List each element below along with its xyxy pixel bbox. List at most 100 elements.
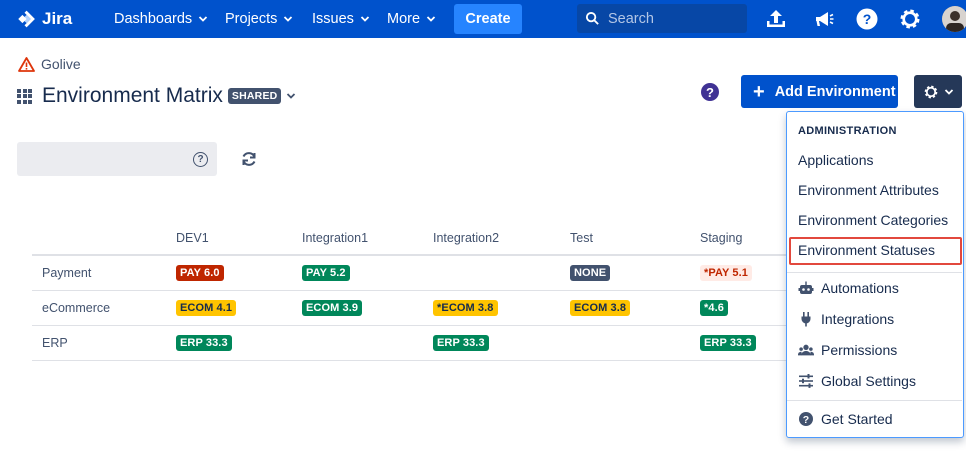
version-lozenge[interactable]: *PAY 5.1 <box>700 265 753 281</box>
filter-help-icon[interactable]: ? <box>193 152 208 167</box>
menu-item-label: Automations <box>821 280 899 296</box>
plus-icon: + <box>753 80 765 103</box>
page-title: Environment Matrix <box>42 84 223 107</box>
nav-issues[interactable]: Issues <box>312 0 370 38</box>
matrix-cell[interactable]: *4.6 <box>700 291 728 325</box>
menu-item-automations[interactable]: Automations <box>798 280 899 296</box>
row-application-name[interactable]: eCommerce <box>42 291 110 325</box>
menu-item-label: Permissions <box>821 342 898 358</box>
upload-icon[interactable] <box>764 7 788 31</box>
nav-projects[interactable]: Projects <box>225 0 293 38</box>
create-button[interactable]: Create <box>454 4 522 34</box>
nav-issues-label: Issues <box>312 11 354 27</box>
version-lozenge[interactable]: *ECOM 3.8 <box>433 300 498 316</box>
svg-text:?: ? <box>803 414 809 426</box>
users-icon <box>798 342 814 358</box>
shared-badge: SHARED <box>227 88 282 104</box>
matrix-cell[interactable]: ERP 33.3 <box>433 326 489 360</box>
matrix-cell[interactable]: ERP 33.3 <box>700 326 756 360</box>
add-environment-button[interactable]: + Add Environment <box>741 75 898 108</box>
search-box[interactable] <box>577 4 747 33</box>
jira-logo[interactable]: Jira <box>17 8 72 30</box>
robot-icon <box>798 280 814 296</box>
megaphone-icon[interactable] <box>812 7 836 31</box>
matrix-cell[interactable]: PAY 5.2 <box>302 256 350 290</box>
dropdown-section-header: ADMINISTRATION <box>798 125 897 137</box>
matrix-cell[interactable]: PAY 6.0 <box>176 256 224 290</box>
matrix-cell[interactable]: *PAY 5.1 <box>700 256 753 290</box>
warning-triangle-icon <box>18 56 35 72</box>
menu-item-environment-categories[interactable]: Environment Categories <box>798 212 948 228</box>
version-lozenge[interactable]: *4.6 <box>700 300 728 316</box>
table-row: eCommerce ECOM 4.1 ECOM 3.9 *ECOM 3.8 ECOM 3… <box>32 291 792 326</box>
version-lozenge[interactable]: NONE <box>570 265 611 281</box>
version-lozenge[interactable]: ECOM 3.8 <box>570 300 631 316</box>
jira-logo-icon <box>18 10 35 28</box>
breadcrumb[interactable]: Golive <box>18 56 81 72</box>
matrix-cell[interactable]: *ECOM 3.8 <box>433 291 498 325</box>
menu-item-global-settings[interactable]: Global Settings <box>798 373 916 389</box>
version-lozenge[interactable]: PAY 6.0 <box>176 265 224 281</box>
menu-item-get-started[interactable]: ? Get Started <box>798 411 893 427</box>
admin-gear-button[interactable] <box>914 75 962 108</box>
logo-text: Jira <box>42 9 73 28</box>
row-application-name[interactable]: ERP <box>42 326 68 360</box>
chevron-down-icon[interactable] <box>286 91 296 101</box>
menu-item-permissions[interactable]: Permissions <box>798 342 897 358</box>
column-header: Integration1 <box>302 231 369 245</box>
admin-dropdown-menu: ADMINISTRATION Applications Environment … <box>786 111 964 438</box>
nav-projects-label: Projects <box>225 11 278 27</box>
nav-more[interactable]: More <box>387 0 436 38</box>
version-lozenge[interactable]: ECOM 3.9 <box>302 300 363 316</box>
environment-matrix-table: DEV1 Integration1 Integration2 Test Stag… <box>32 222 792 361</box>
add-environment-label: Add Environment <box>774 83 896 100</box>
version-lozenge[interactable]: ECOM 4.1 <box>176 300 237 316</box>
top-navigation-bar: Jira Dashboards Projects Issues More Cre… <box>0 0 966 38</box>
filter-field[interactable] <box>17 142 217 176</box>
chevron-down-icon <box>360 16 370 22</box>
highlight-box <box>789 237 962 265</box>
menu-item-label: Global Settings <box>821 373 916 389</box>
nav-dashboards[interactable]: Dashboards <box>114 0 208 38</box>
nav-more-label: More <box>387 11 421 27</box>
version-lozenge[interactable]: ERP 33.3 <box>700 335 756 351</box>
user-avatar[interactable] <box>942 6 966 32</box>
question-circle-icon: ? <box>798 411 814 427</box>
matrix-cell[interactable]: ECOM 4.1 <box>176 291 237 325</box>
matrix-cell[interactable]: NONE <box>570 256 611 290</box>
version-lozenge[interactable]: PAY 5.2 <box>302 265 350 281</box>
table-row: ERP ERP 33.3 ERP 33.3 ERP 33.3 <box>32 326 792 361</box>
gear-icon <box>924 85 937 98</box>
nav-dashboards-label: Dashboards <box>114 11 193 27</box>
help-circle-icon[interactable]: ? <box>701 83 719 101</box>
help-icon[interactable]: ? <box>855 7 879 31</box>
menu-item-applications[interactable]: Applications <box>798 152 874 168</box>
chevron-down-icon <box>284 16 293 22</box>
matrix-cell[interactable]: ECOM 3.8 <box>570 291 631 325</box>
breadcrumb-project[interactable]: Golive <box>41 56 81 72</box>
row-application-name[interactable]: Payment <box>42 256 91 290</box>
column-header: Staging <box>700 231 743 245</box>
matrix-cell[interactable]: ERP 33.3 <box>176 326 232 360</box>
version-lozenge[interactable]: ERP 33.3 <box>433 335 489 351</box>
table-row: Payment PAY 6.0 PAY 5.2 NONE *PAY 5.1 <box>32 256 792 291</box>
settings-gear-icon[interactable] <box>898 7 922 31</box>
chevron-down-icon <box>199 16 208 22</box>
search-icon <box>585 11 599 25</box>
menu-divider <box>787 400 962 401</box>
filter-input[interactable] <box>17 142 177 176</box>
menu-item-label: Integrations <box>821 311 895 327</box>
menu-item-integrations[interactable]: Integrations <box>798 311 894 327</box>
svg-text:?: ? <box>863 11 872 27</box>
search-input[interactable] <box>608 10 738 27</box>
refresh-icon[interactable] <box>240 150 258 168</box>
matrix-cell[interactable]: ECOM 3.9 <box>302 291 363 325</box>
menu-divider <box>787 272 962 273</box>
column-header: Test <box>570 231 593 245</box>
menu-item-label: Get Started <box>821 411 893 427</box>
plug-icon <box>798 311 814 327</box>
page-title-row: Environment Matrix SHARED <box>17 84 296 108</box>
version-lozenge[interactable]: ERP 33.3 <box>176 335 232 351</box>
menu-item-environment-attributes[interactable]: Environment Attributes <box>798 182 939 198</box>
grid-icon <box>17 88 32 104</box>
